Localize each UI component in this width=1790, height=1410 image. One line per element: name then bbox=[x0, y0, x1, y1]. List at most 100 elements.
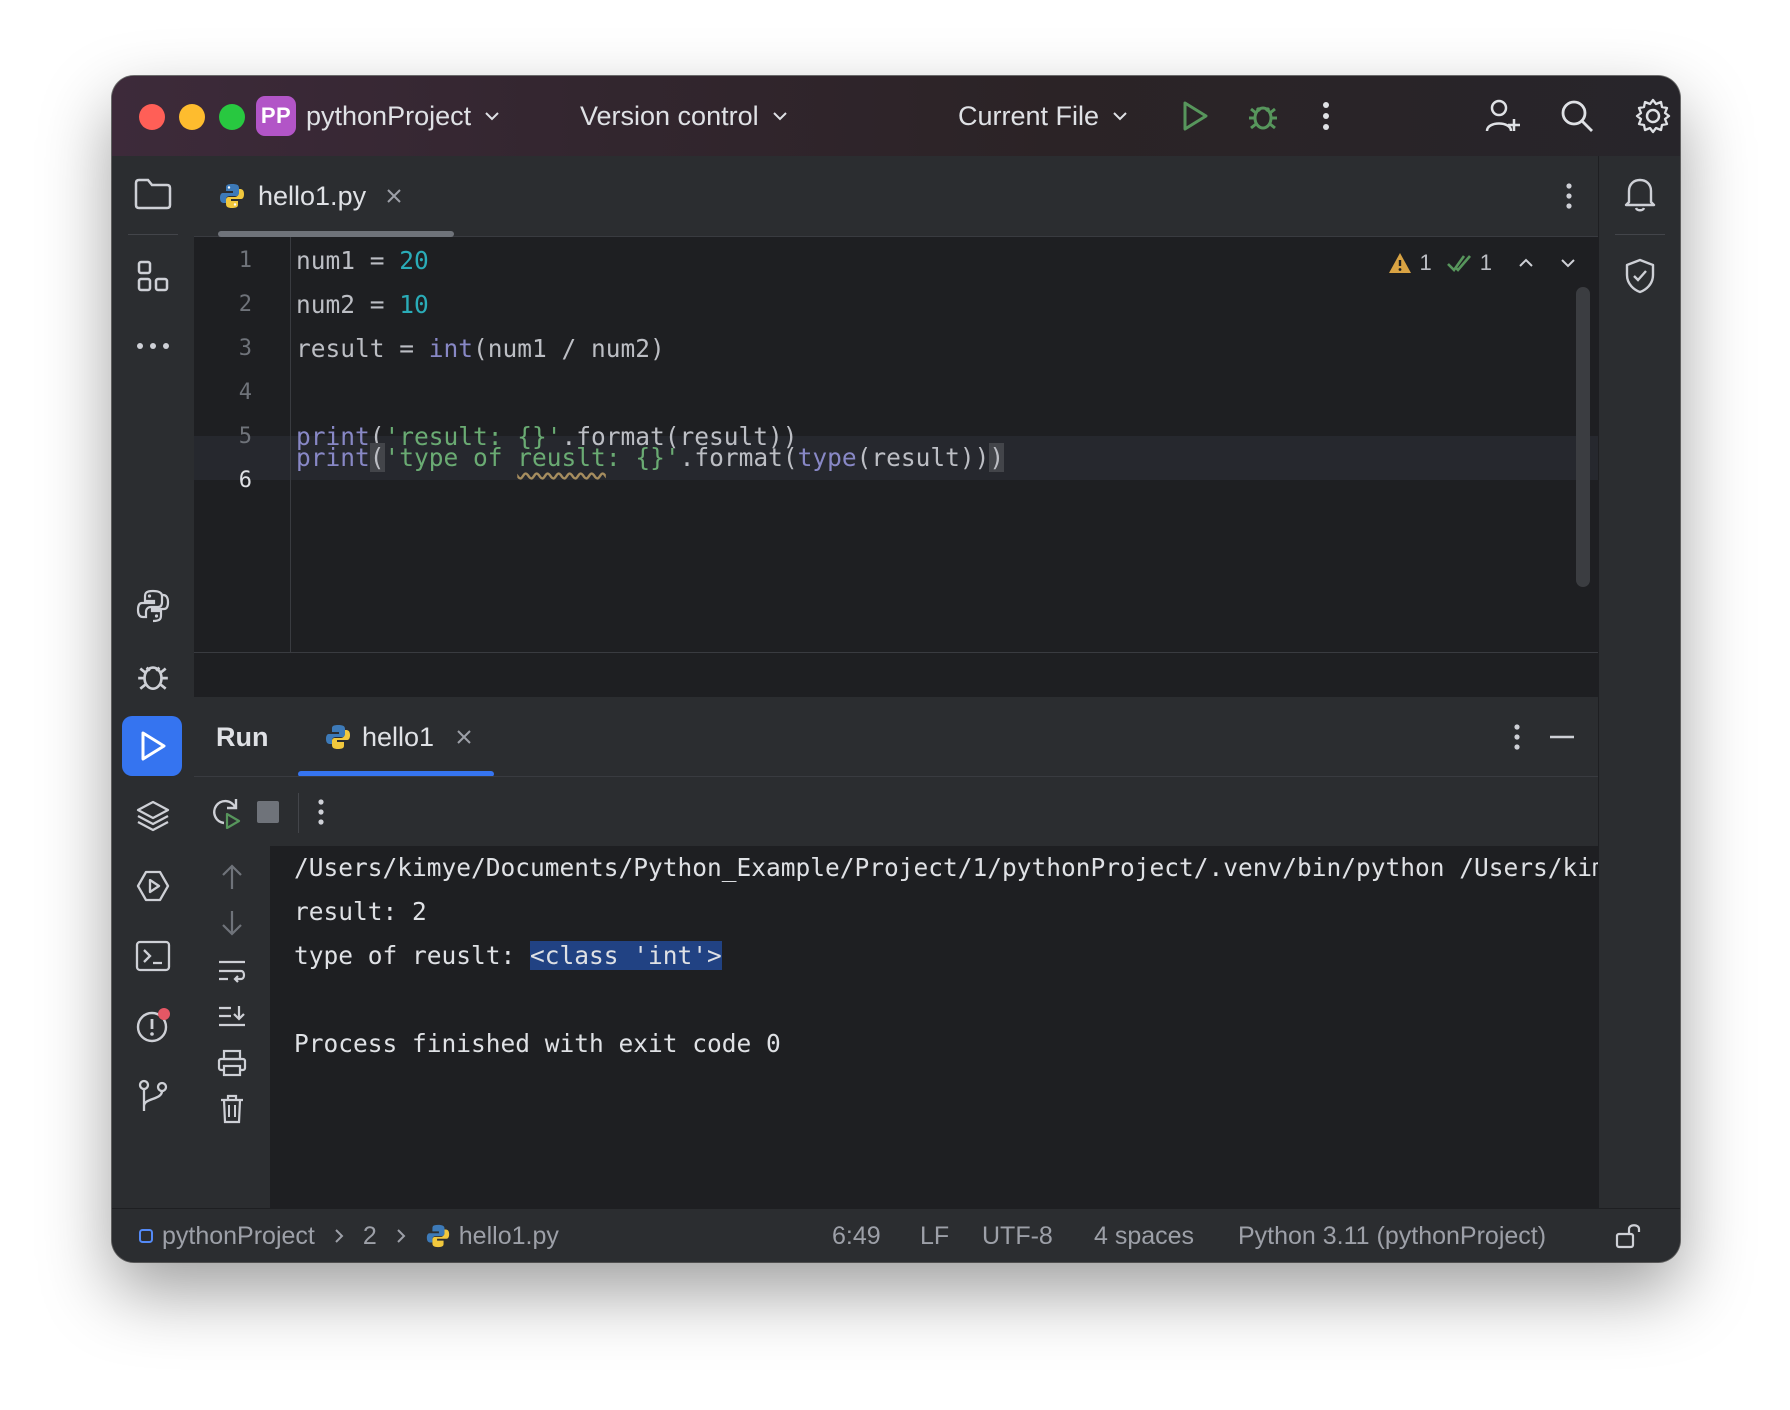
debug-button[interactable] bbox=[1240, 76, 1286, 156]
breadcrumb-folder[interactable]: 2 bbox=[363, 1222, 377, 1251]
version-control-menu[interactable]: Version control bbox=[580, 76, 789, 156]
structure-tool-button[interactable] bbox=[112, 246, 194, 306]
debug-tool-button[interactable] bbox=[112, 646, 194, 706]
console-line-type: type of reuslt: <class 'int'> bbox=[294, 941, 722, 970]
clear-console-button[interactable] bbox=[194, 1084, 270, 1134]
chevron-right-icon bbox=[397, 1229, 406, 1243]
code-editor[interactable]: 1 2 3 4 5 6 num1 = 20 num2 = 10 result =… bbox=[194, 237, 1598, 652]
run-console-output[interactable]: /Users/kimye/Documents/Python_Example/Pr… bbox=[270, 846, 1598, 1208]
chevron-down-icon bbox=[1111, 107, 1129, 125]
more-actions-button[interactable] bbox=[1308, 76, 1344, 156]
chevron-down-icon bbox=[771, 107, 789, 125]
more-vertical-icon bbox=[1514, 724, 1520, 750]
project-name: pythonProject bbox=[306, 100, 472, 131]
close-tab-icon[interactable] bbox=[456, 729, 472, 745]
code-line-1: num1 = 20 bbox=[296, 246, 429, 275]
line-number: 5 bbox=[238, 424, 252, 449]
line-number: 4 bbox=[238, 380, 252, 405]
stop-button[interactable] bbox=[248, 772, 288, 852]
cursor-position[interactable]: 6:49 bbox=[832, 1209, 881, 1262]
selected-text: <class 'int'> bbox=[530, 941, 722, 970]
search-everywhere-button[interactable] bbox=[1552, 76, 1602, 156]
more-horizontal-icon bbox=[137, 343, 169, 349]
breadcrumb-file[interactable]: hello1.py bbox=[459, 1222, 559, 1251]
file-encoding[interactable]: UTF-8 bbox=[982, 1209, 1053, 1262]
hide-run-window-button[interactable] bbox=[1542, 697, 1582, 777]
chevron-up-icon[interactable] bbox=[1516, 253, 1536, 273]
more-tool-windows-button[interactable] bbox=[112, 316, 194, 376]
editor-tab-label: hello1.py bbox=[258, 180, 367, 211]
toolbar-separator bbox=[298, 793, 299, 833]
editor-tabs-more-button[interactable] bbox=[1554, 156, 1584, 236]
project-badge: PP bbox=[256, 96, 296, 136]
python-interpreter[interactable]: Python 3.11 (pythonProject) bbox=[1238, 1209, 1546, 1262]
ide-window: PP pythonProject Version control Current… bbox=[112, 76, 1680, 1262]
editor-tab-hello1[interactable]: hello1.py bbox=[218, 156, 454, 237]
project-switcher[interactable]: PP pythonProject bbox=[256, 76, 501, 156]
bell-icon bbox=[1624, 178, 1656, 212]
project-tool-button[interactable] bbox=[112, 164, 194, 224]
print-button[interactable] bbox=[194, 1038, 270, 1088]
run-toolbar-more-button[interactable] bbox=[306, 772, 336, 852]
read-only-toggle[interactable] bbox=[1614, 1209, 1642, 1262]
right-tool-strip bbox=[1598, 156, 1680, 1208]
run-configuration-label: Current File bbox=[958, 100, 1100, 131]
problems-tool-button[interactable] bbox=[112, 996, 194, 1056]
soft-wrap-button[interactable] bbox=[194, 946, 270, 996]
services-icon bbox=[136, 870, 170, 902]
run-configuration-selector[interactable]: Current File bbox=[958, 76, 1129, 156]
scroll-down-button[interactable] bbox=[194, 898, 270, 948]
printer-icon bbox=[217, 1049, 247, 1077]
python-console-button[interactable] bbox=[112, 576, 194, 636]
console-side-toolbar bbox=[194, 846, 270, 1208]
python-packages-button[interactable] bbox=[112, 786, 194, 846]
structure-icon bbox=[137, 260, 169, 292]
play-icon bbox=[141, 731, 166, 761]
double-check-icon bbox=[1446, 255, 1471, 273]
close-window-button[interactable] bbox=[139, 104, 165, 130]
scroll-up-button[interactable] bbox=[194, 852, 270, 902]
shield-check-icon bbox=[1625, 258, 1655, 294]
module-icon bbox=[139, 1229, 153, 1243]
close-tab-icon[interactable] bbox=[386, 188, 402, 204]
folder-icon bbox=[134, 178, 172, 210]
search-icon bbox=[1561, 100, 1593, 132]
scroll-to-end-button[interactable] bbox=[194, 992, 270, 1042]
breadcrumb-project[interactable]: pythonProject bbox=[162, 1222, 315, 1251]
zoom-window-button[interactable] bbox=[219, 104, 245, 130]
inspection-widget[interactable]: 1 1 bbox=[1388, 243, 1579, 283]
code-with-me-button[interactable] bbox=[1478, 76, 1528, 156]
run-window-options-button[interactable] bbox=[1502, 697, 1532, 777]
git-tool-button[interactable] bbox=[112, 1066, 194, 1126]
rerun-button[interactable] bbox=[200, 772, 250, 852]
console-line-result: result: 2 bbox=[294, 897, 427, 926]
indent-setting[interactable]: 4 spaces bbox=[1094, 1209, 1194, 1262]
rerun-icon bbox=[213, 799, 241, 829]
warning-count: 1 bbox=[1419, 250, 1432, 275]
settings-button[interactable] bbox=[1628, 76, 1678, 156]
line-number: 3 bbox=[238, 336, 252, 361]
chevron-right-icon bbox=[335, 1229, 344, 1243]
console-line-command: /Users/kimye/Documents/Python_Example/Pr… bbox=[294, 853, 1598, 882]
layers-icon bbox=[136, 800, 170, 832]
services-tool-button[interactable] bbox=[112, 856, 194, 916]
code-line-3: result = int(num1 / num2) bbox=[296, 334, 665, 363]
status-bar: pythonProject 2 hello1.py 6:49 LF UTF-8 … bbox=[112, 1208, 1680, 1262]
code-line-2: num2 = 10 bbox=[296, 290, 429, 319]
line-separator[interactable]: LF bbox=[920, 1209, 949, 1262]
git-branch-icon bbox=[138, 1079, 168, 1111]
terminal-icon bbox=[135, 940, 171, 972]
play-icon bbox=[1183, 101, 1208, 131]
python-file-icon bbox=[326, 725, 350, 749]
chevron-down-icon[interactable] bbox=[1558, 253, 1578, 273]
run-button[interactable] bbox=[1172, 76, 1218, 156]
editor-scrollbar[interactable] bbox=[1576, 287, 1590, 587]
terminal-tool-button[interactable] bbox=[112, 926, 194, 986]
gear-icon bbox=[1635, 98, 1671, 134]
run-tool-button[interactable] bbox=[112, 716, 194, 776]
notifications-button[interactable] bbox=[1599, 164, 1680, 224]
stop-icon bbox=[257, 801, 279, 823]
security-tool-button[interactable] bbox=[1599, 246, 1680, 306]
run-tab-hello1[interactable]: hello1 bbox=[324, 697, 472, 777]
minimize-window-button[interactable] bbox=[179, 104, 205, 130]
